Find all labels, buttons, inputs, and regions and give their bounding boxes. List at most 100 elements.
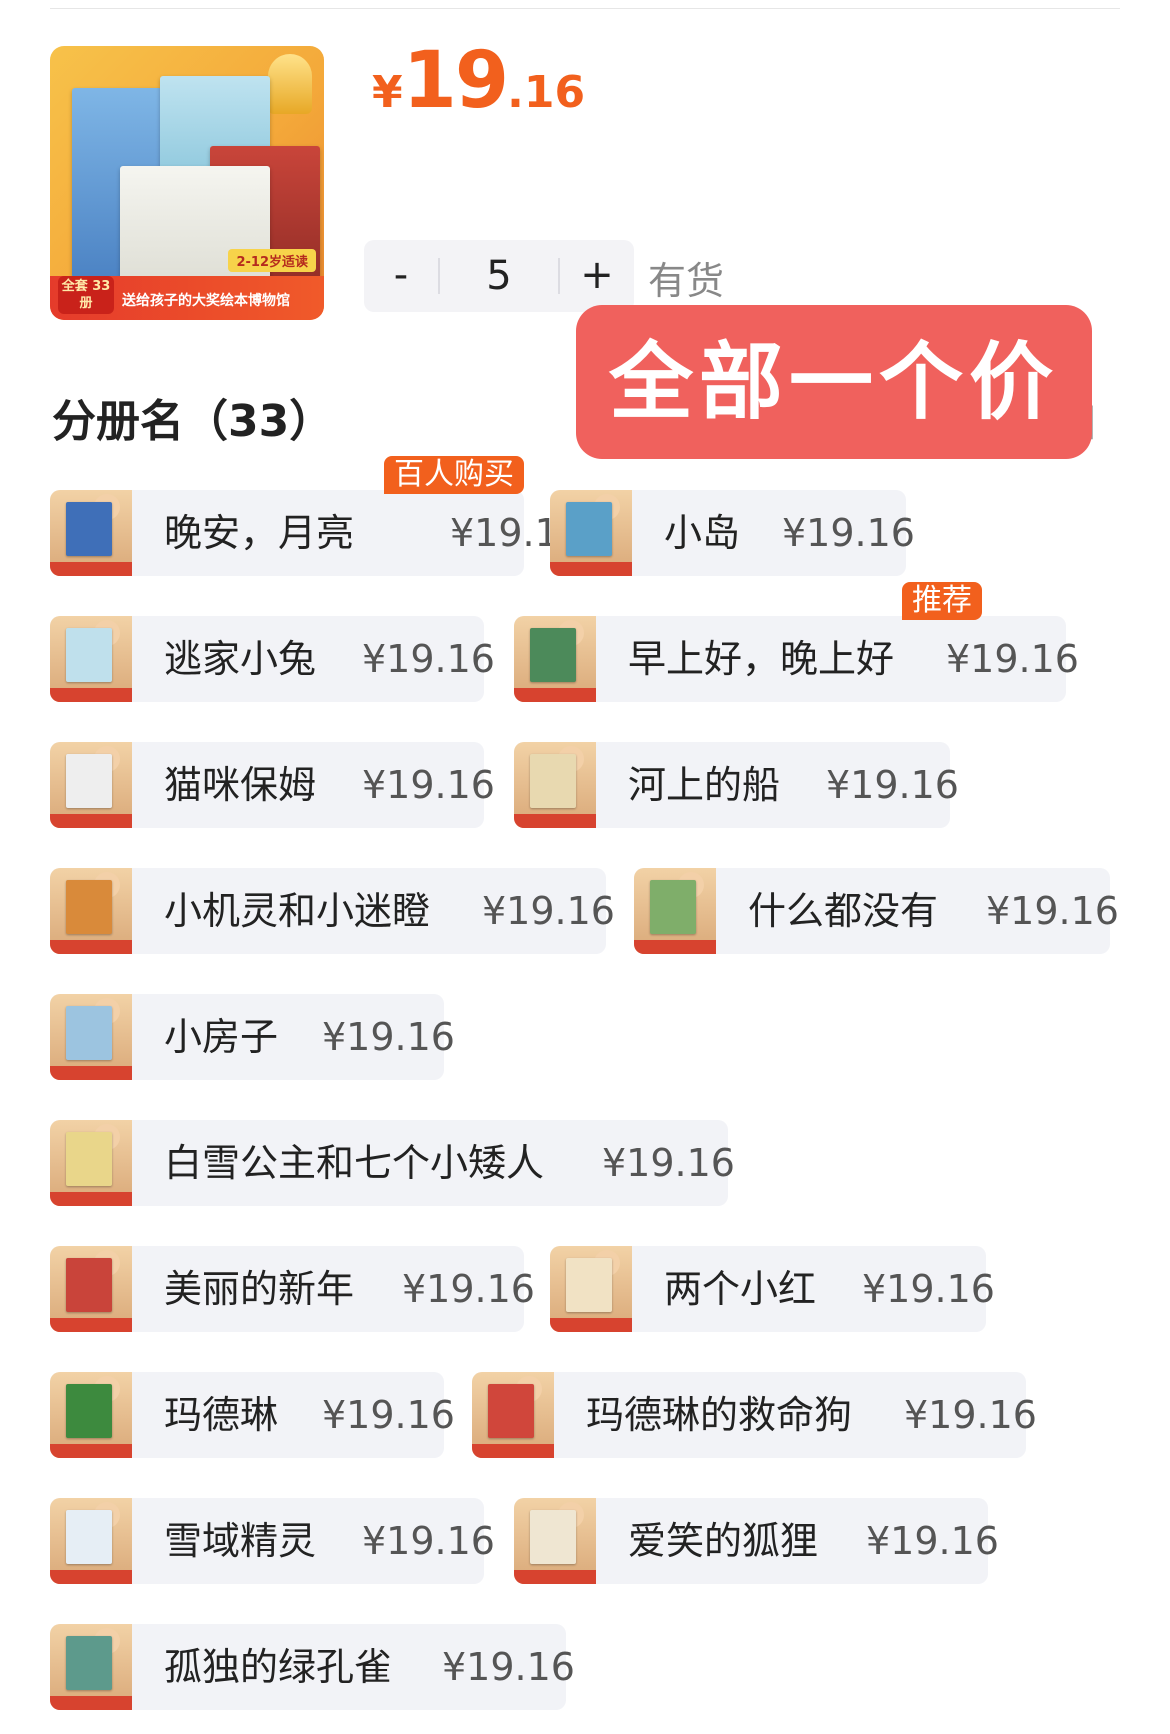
- volume-chip[interactable]: 小机灵和小迷瞪 ¥19.16: [50, 868, 615, 954]
- volume-chip[interactable]: 白雪公主和七个小矮人 ¥19.16: [50, 1120, 735, 1206]
- thumbnail-strip: [550, 1318, 632, 1332]
- book-cover-graphic: [66, 1384, 112, 1438]
- book-cover-graphic: [66, 754, 112, 808]
- volume-name: 爱笑的狐狸: [628, 1519, 819, 1563]
- thumbnail-strip: [50, 1066, 132, 1080]
- product-image[interactable]: 2-12岁适读 全套 33册 送给孩子的大奖绘本博物馆: [50, 46, 324, 320]
- book-cover-graphic: [66, 880, 112, 934]
- volume-thumbnail: [514, 1498, 596, 1584]
- volume-price: ¥19.16: [482, 889, 615, 933]
- volume-thumbnail: [50, 1372, 132, 1458]
- volume-chip[interactable]: 什么都没有 ¥19.16: [634, 868, 1119, 954]
- volume-name: 孤独的绿孔雀: [164, 1645, 393, 1689]
- volume-name: 小房子: [164, 1015, 279, 1059]
- thumbnail-strip: [472, 1444, 554, 1458]
- volume-price: ¥19.16: [866, 1519, 999, 1563]
- volume-chip[interactable]: 爱笑的狐狸 ¥19.16: [514, 1498, 999, 1584]
- book-cover-graphic: [530, 1510, 576, 1564]
- volume-price: ¥19.16: [904, 1393, 1037, 1437]
- book-cover-graphic: [66, 1510, 112, 1564]
- thumbnail-strip: [50, 814, 132, 828]
- volume-price: ¥19.16: [362, 637, 495, 681]
- volume-name: 白雪公主和七个小矮人: [164, 1141, 545, 1185]
- volume-thumbnail: [550, 490, 632, 576]
- thumbnail-strip: [50, 940, 132, 954]
- thumbnail-strip: [50, 1192, 132, 1206]
- volume-chip[interactable]: 小岛 ¥19.16: [550, 490, 915, 576]
- volume-chip[interactable]: 猫咪保姆 ¥19.16: [50, 742, 495, 828]
- decrease-button[interactable]: -: [364, 240, 438, 312]
- book-cover-graphic: [488, 1384, 534, 1438]
- volume-name: 河上的船: [628, 763, 781, 807]
- book-cover-graphic: [66, 1636, 112, 1690]
- quantity-stepper: - 5 +: [364, 240, 634, 312]
- volume-price: ¥19.16: [826, 763, 959, 807]
- book-cover-graphic: [530, 754, 576, 808]
- quantity-input[interactable]: 5: [440, 240, 558, 312]
- trophy-graphic: [268, 54, 312, 114]
- volume-chip[interactable]: 晚安，月亮 ¥19.16 百人购买: [50, 456, 583, 576]
- age-tag: 2-12岁适读: [228, 249, 316, 272]
- volume-name: 玛德琳: [164, 1393, 279, 1437]
- increase-button[interactable]: +: [560, 240, 634, 312]
- volume-price: ¥19.16: [322, 1015, 455, 1059]
- book-cover-graphic: [66, 502, 112, 556]
- volume-list-title: 分册名（33）: [52, 396, 334, 447]
- volume-name: 晚安，月亮: [164, 511, 355, 555]
- volume-name: 早上好，晚上好: [628, 637, 895, 681]
- volume-chip[interactable]: 两个小红 ¥19.16: [550, 1246, 995, 1332]
- volume-price: ¥19.16: [362, 1519, 495, 1563]
- book-cover-graphic: [566, 502, 612, 556]
- volume-tag-badge: 百人购买: [384, 456, 524, 494]
- product-price: ¥19.16: [372, 36, 585, 126]
- volume-price: ¥19.16: [362, 763, 495, 807]
- volume-chip[interactable]: 小房子 ¥19.16: [50, 994, 455, 1080]
- thumbnail-strip: [50, 688, 132, 702]
- stock-status: 有货: [648, 259, 725, 303]
- volume-chip[interactable]: 早上好，晚上好 ¥19.16 推荐: [514, 582, 1079, 702]
- volume-thumbnail: [50, 868, 132, 954]
- thumbnail-strip: [514, 688, 596, 702]
- volume-name: 玛德琳的救命狗: [586, 1393, 853, 1437]
- volume-thumbnail: [50, 1246, 132, 1332]
- volume-name: 两个小红: [664, 1267, 817, 1311]
- volume-name: 雪域精灵: [164, 1519, 317, 1563]
- thumbnail-strip: [634, 940, 716, 954]
- price-currency: ¥: [372, 67, 403, 118]
- thumbnail-strip: [50, 562, 132, 576]
- volume-tag-badge: 推荐: [902, 582, 982, 620]
- volume-thumbnail: [550, 1246, 632, 1332]
- volume-name: 小岛: [664, 511, 741, 555]
- volume-price: ¥19.16: [402, 1267, 535, 1311]
- volume-thumbnail: [50, 1120, 132, 1206]
- volume-thumbnail: [50, 490, 132, 576]
- volume-price: ¥19.16: [602, 1141, 735, 1185]
- same-price-banner: 全部一个价: [576, 305, 1092, 459]
- top-divider: [50, 8, 1120, 9]
- volume-name: 美丽的新年: [164, 1267, 355, 1311]
- volume-price: ¥19.16: [442, 1645, 575, 1689]
- book-cover-graphic: [650, 880, 696, 934]
- book-cover-graphic: [530, 628, 576, 682]
- set-count-badge: 全套 33册: [58, 276, 114, 314]
- volume-chip[interactable]: 美丽的新年 ¥19.16: [50, 1246, 535, 1332]
- thumbnail-strip: [514, 814, 596, 828]
- price-integer: 19: [402, 36, 510, 126]
- thumbnail-strip: [50, 1318, 132, 1332]
- thumbnail-strip: [50, 1570, 132, 1584]
- volume-price: ¥19.16: [322, 1393, 455, 1437]
- thumbnail-strip: [50, 1696, 132, 1710]
- volume-chip[interactable]: 雪域精灵 ¥19.16: [50, 1498, 495, 1584]
- price-decimal: .16: [507, 67, 586, 118]
- volume-price: ¥19.16: [946, 637, 1079, 681]
- volume-thumbnail: [50, 1624, 132, 1710]
- volume-chip[interactable]: 孤独的绿孔雀 ¥19.16: [50, 1624, 575, 1710]
- book-cover-graphic: [66, 1258, 112, 1312]
- volume-thumbnail: [50, 1498, 132, 1584]
- volume-chip[interactable]: 逃家小兔 ¥19.16: [50, 616, 495, 702]
- thumbnail-strip: [550, 562, 632, 576]
- volume-chip[interactable]: 玛德琳 ¥19.16: [50, 1372, 455, 1458]
- volume-thumbnail: [472, 1372, 554, 1458]
- volume-chip[interactable]: 河上的船 ¥19.16: [514, 742, 959, 828]
- volume-chip[interactable]: 玛德琳的救命狗 ¥19.16: [472, 1372, 1037, 1458]
